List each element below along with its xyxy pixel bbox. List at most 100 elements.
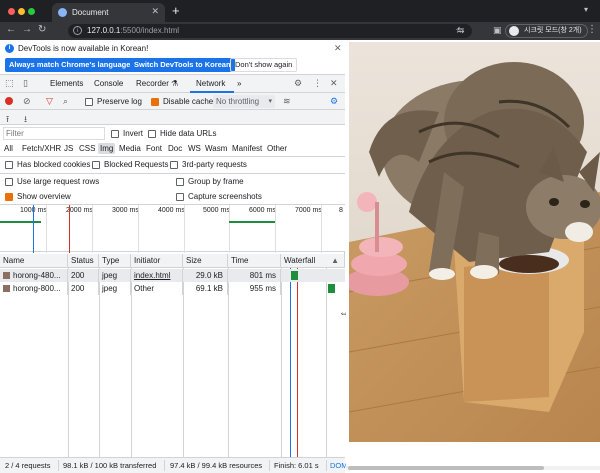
site-info-icon[interactable]: i [73,26,82,35]
disable-cache-checkbox[interactable] [151,98,159,106]
overview-gridline [321,205,322,253]
back-arrow-icon[interactable]: ← [6,24,16,35]
type-img[interactable]: Img [98,143,116,154]
has-blocked-cookies-checkbox[interactable] [5,161,13,169]
switch-language-button[interactable]: Switch DevTools to Korean [130,58,235,72]
divider [58,460,59,471]
import-export-toolbar: ⭱ ⭳ [0,110,345,125]
throttling-select[interactable]: No throttling ▾ [213,95,275,108]
device-toggle-icon[interactable]: ▯ [23,78,28,89]
reload-icon[interactable]: ↻ [38,24,46,35]
minimize-window-button[interactable] [18,8,25,15]
table-row[interactable]: horong-480... 200 jpeg index.html 29.0 k… [0,269,345,282]
column-header-initiator[interactable]: Initiator [131,254,183,268]
page-horizontal-scrollbar[interactable] [346,465,600,471]
tab-recorder[interactable]: Recorder ⚗ [136,79,178,88]
maximize-window-button[interactable] [28,8,35,15]
filter-icon[interactable]: ▽ [46,96,53,107]
column-divider [99,268,100,457]
browser-tab[interactable]: Document ✕ [52,3,165,22]
display-options-row-2: Show overview Capture screenshots [0,189,345,205]
request-status: 200 [68,282,99,295]
hide-data-urls-checkbox[interactable] [148,130,156,138]
chevron-down-icon[interactable]: ▾ [584,5,588,14]
dont-show-again-button[interactable]: Don't show again [230,58,298,72]
column-header-name[interactable]: Name [0,254,68,268]
close-icon[interactable]: ✕ [334,43,342,54]
column-header-waterfall[interactable]: Waterfall ▲ [281,254,345,268]
match-language-button[interactable]: Always match Chrome's language [5,58,135,72]
request-name: horong-800... [0,282,68,295]
close-icon[interactable]: ✕ [151,6,159,17]
group-by-frame-label: Group by frame [188,177,244,186]
overview-timing-line [229,221,275,223]
show-overview-checkbox[interactable] [5,193,13,201]
table-row[interactable]: horong-800... 200 jpeg Other 69.1 kB 955… [0,282,345,295]
type-all[interactable]: All [2,143,15,154]
wifi-icon[interactable]: ≋ [283,96,291,107]
invert-label: Invert [123,129,144,138]
tab-network[interactable]: Network [196,79,225,88]
gear-icon[interactable]: ⚙ [294,78,302,89]
column-header-size[interactable]: Size [183,254,228,268]
network-toolbar: ⊘ ▽ ⌕ Preserve log Disable cache No thro… [0,93,345,110]
has-blocked-cookies-label: Has blocked cookies [17,160,91,169]
sidebar-icon[interactable]: ▣ [493,25,502,36]
request-time: 955 ms [228,282,281,295]
more-vertical-icon[interactable]: ⋮ [313,78,322,89]
type-fetch-xhr[interactable]: Fetch/XHR [20,143,63,154]
url-text: 127.0.0.1:5500/index.html [87,26,180,35]
column-header-time[interactable]: Time [228,254,281,268]
type-css[interactable]: CSS [77,143,97,154]
settings-gear-icon[interactable]: ⚙ [330,96,338,107]
type-font[interactable]: Font [144,143,164,154]
address-bar[interactable]: i 127.0.0.1:5500/index.html ☆ [68,24,472,38]
cat-photo [349,42,600,442]
resources-size: 97.4 kB / 99.4 kB resources [170,461,263,470]
network-overview[interactable]: 1000 ms 2000 ms 3000 ms 4000 ms 5000 ms … [0,204,345,253]
overview-gridline [138,205,139,253]
type-doc[interactable]: Doc [166,143,184,154]
request-status: 200 [68,269,99,282]
column-header-type[interactable]: Type [99,254,131,268]
group-by-frame-checkbox[interactable] [176,178,184,186]
overview-tick: 6000 ms [249,207,276,214]
type-manifest[interactable]: Manifest [230,143,264,154]
more-tabs-button[interactable]: » [237,79,241,88]
preserve-log-checkbox[interactable] [85,98,93,106]
page-viewport [346,40,600,473]
filter-input[interactable] [3,127,105,140]
large-rows-checkbox[interactable] [5,178,13,186]
inspect-element-icon[interactable]: ⬚ [5,78,14,89]
close-window-button[interactable] [8,8,15,15]
more-vertical-icon[interactable]: ⋮ [587,24,597,35]
type-other[interactable]: Other [265,143,289,154]
dom-content-loaded-time: DOM [330,461,348,470]
third-party-checkbox[interactable] [170,161,178,169]
waterfall-bar [328,284,335,293]
search-icon[interactable]: ⌕ [63,96,68,107]
translate-icon[interactable]: ⇆ [457,25,465,36]
new-tab-button[interactable]: + [172,3,180,18]
type-wasm[interactable]: Wasm [203,143,229,154]
overview-tick: 7000 ms [295,207,322,214]
close-icon[interactable]: ✕ [330,78,338,89]
type-ws[interactable]: WS [186,143,203,154]
profile-button[interactable]: 시크릿 모드(창 2개) [505,24,588,38]
column-header-status[interactable]: Status [68,254,99,268]
type-media[interactable]: Media [117,143,143,154]
record-icon[interactable] [5,97,13,105]
disable-cache-label: Disable cache [163,97,214,106]
divider [269,460,270,471]
blocked-requests-checkbox[interactable] [92,161,100,169]
forward-arrow-icon[interactable]: → [22,24,32,35]
capture-screenshots-checkbox[interactable] [176,193,184,201]
clear-icon[interactable]: ⊘ [23,96,31,107]
type-js[interactable]: JS [62,143,75,154]
invert-checkbox[interactable] [111,130,119,138]
request-initiator-link[interactable]: index.html [131,269,183,282]
tab-elements[interactable]: Elements [50,79,83,88]
tab-console[interactable]: Console [94,79,123,88]
overview-gridline [275,205,276,253]
browser-navbar: ← → ↻ i 127.0.0.1:5500/index.html ☆ ⇆ ▣ … [0,22,600,40]
